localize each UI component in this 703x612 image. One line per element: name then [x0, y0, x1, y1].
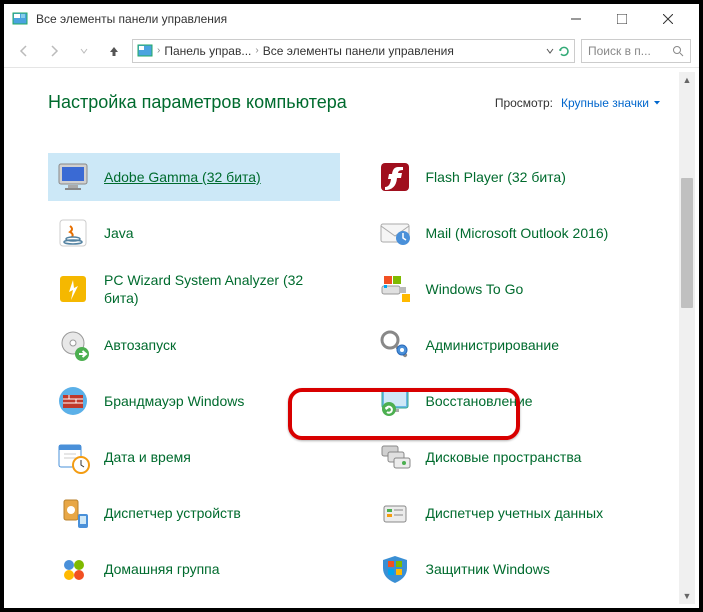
- item-label: Диспетчер учетных данных: [426, 504, 604, 522]
- control-panel-icon: [137, 43, 153, 59]
- defender-icon: [378, 552, 412, 586]
- autoplay-icon: [56, 328, 90, 362]
- item-label: Mail (Microsoft Outlook 2016): [426, 224, 609, 242]
- storage-icon: [378, 440, 412, 474]
- maximize-button[interactable]: [599, 4, 645, 34]
- item-java[interactable]: Java: [48, 209, 340, 257]
- item-label: Flash Player (32 бита): [426, 168, 566, 186]
- item-label: Брандмауэр Windows: [104, 392, 244, 410]
- scrollbar[interactable]: ▲ ▼: [679, 72, 695, 604]
- item-label: Дисковые пространства: [426, 448, 582, 466]
- page-header: Настройка параметров компьютера Просмотр…: [48, 92, 661, 113]
- firewall-icon: [56, 384, 90, 418]
- item-label: Восстановление: [426, 392, 533, 410]
- mail-icon: [378, 216, 412, 250]
- search-input[interactable]: Поиск в п...: [581, 39, 691, 63]
- item-label: Adobe Gamma (32 бита): [104, 168, 261, 186]
- breadcrumb-dropdown[interactable]: [546, 45, 570, 57]
- breadcrumb-item[interactable]: Панель управ...: [164, 44, 251, 58]
- admin-icon: [378, 328, 412, 362]
- homegroup-icon: [56, 552, 90, 586]
- item-label: Защитник Windows: [426, 560, 550, 578]
- view-options: Просмотр: Крупные значки: [495, 96, 661, 110]
- recent-dropdown[interactable]: [72, 39, 96, 63]
- item-label: Автозапуск: [104, 336, 176, 354]
- item-label: Java: [104, 224, 134, 242]
- devmgr-icon: [56, 496, 90, 530]
- search-placeholder: Поиск в п...: [588, 44, 668, 58]
- item-homegroup[interactable]: Домашняя группа: [48, 545, 340, 593]
- item-label: Администрирование: [426, 336, 560, 354]
- content-area: Настройка параметров компьютера Просмотр…: [4, 72, 699, 608]
- item-windows-to-go[interactable]: Windows To Go: [370, 265, 662, 313]
- item-label: Дата и время: [104, 448, 191, 466]
- item-label: Windows To Go: [426, 280, 524, 298]
- chevron-right-icon[interactable]: ›: [255, 45, 258, 56]
- items-grid: Adobe Gamma (32 бита) Flash Player (32 б…: [48, 153, 661, 593]
- item-storage-spaces[interactable]: Дисковые пространства: [370, 433, 662, 481]
- item-label: Диспетчер устройств: [104, 504, 241, 522]
- up-button[interactable]: [102, 39, 126, 63]
- scroll-thumb[interactable]: [681, 178, 693, 308]
- window-title: Все элементы панели управления: [36, 12, 553, 26]
- back-button[interactable]: [12, 39, 36, 63]
- item-label: PC Wizard System Analyzer (32 бита): [104, 271, 332, 307]
- titlebar: Все элементы панели управления: [4, 4, 699, 34]
- item-autoplay[interactable]: Автозапуск: [48, 321, 340, 369]
- item-recovery[interactable]: Восстановление: [370, 377, 662, 425]
- item-device-manager[interactable]: Диспетчер устройств: [48, 489, 340, 537]
- breadcrumb[interactable]: › Панель управ... › Все элементы панели …: [132, 39, 575, 63]
- item-windows-defender[interactable]: Защитник Windows: [370, 545, 662, 593]
- minimize-button[interactable]: [553, 4, 599, 34]
- scroll-down-icon[interactable]: ▼: [679, 588, 695, 604]
- item-flash-player[interactable]: Flash Player (32 бита): [370, 153, 662, 201]
- item-date-time[interactable]: Дата и время: [48, 433, 340, 481]
- item-mail[interactable]: Mail (Microsoft Outlook 2016): [370, 209, 662, 257]
- page-title: Настройка параметров компьютера: [48, 92, 347, 113]
- window-buttons: [553, 4, 691, 34]
- wtg-icon: [378, 272, 412, 306]
- navbar: › Панель управ... › Все элементы панели …: [4, 34, 699, 68]
- flash-icon: [378, 160, 412, 194]
- chevron-right-icon[interactable]: ›: [157, 45, 160, 56]
- item-pc-wizard[interactable]: PC Wizard System Analyzer (32 бита): [48, 265, 340, 313]
- control-panel-icon: [12, 11, 28, 27]
- monitor-icon: [56, 160, 90, 194]
- view-dropdown[interactable]: Крупные значки: [561, 96, 661, 110]
- java-icon: [56, 216, 90, 250]
- pcwizard-icon: [56, 272, 90, 306]
- datetime-icon: [56, 440, 90, 474]
- breadcrumb-item[interactable]: Все элементы панели управления: [263, 44, 454, 58]
- control-panel-window: Все элементы панели управления › Панель …: [0, 0, 703, 612]
- close-button[interactable]: [645, 4, 691, 34]
- item-credential-manager[interactable]: Диспетчер учетных данных: [370, 489, 662, 537]
- forward-button[interactable]: [42, 39, 66, 63]
- item-adobe-gamma[interactable]: Adobe Gamma (32 бита): [48, 153, 340, 201]
- scroll-up-icon[interactable]: ▲: [679, 72, 695, 88]
- view-label: Просмотр:: [495, 96, 553, 110]
- credmgr-icon: [378, 496, 412, 530]
- item-firewall[interactable]: Брандмауэр Windows: [48, 377, 340, 425]
- item-label: Домашняя группа: [104, 560, 220, 578]
- search-icon: [672, 45, 684, 57]
- recovery-icon: [378, 384, 412, 418]
- item-admin-tools[interactable]: Администрирование: [370, 321, 662, 369]
